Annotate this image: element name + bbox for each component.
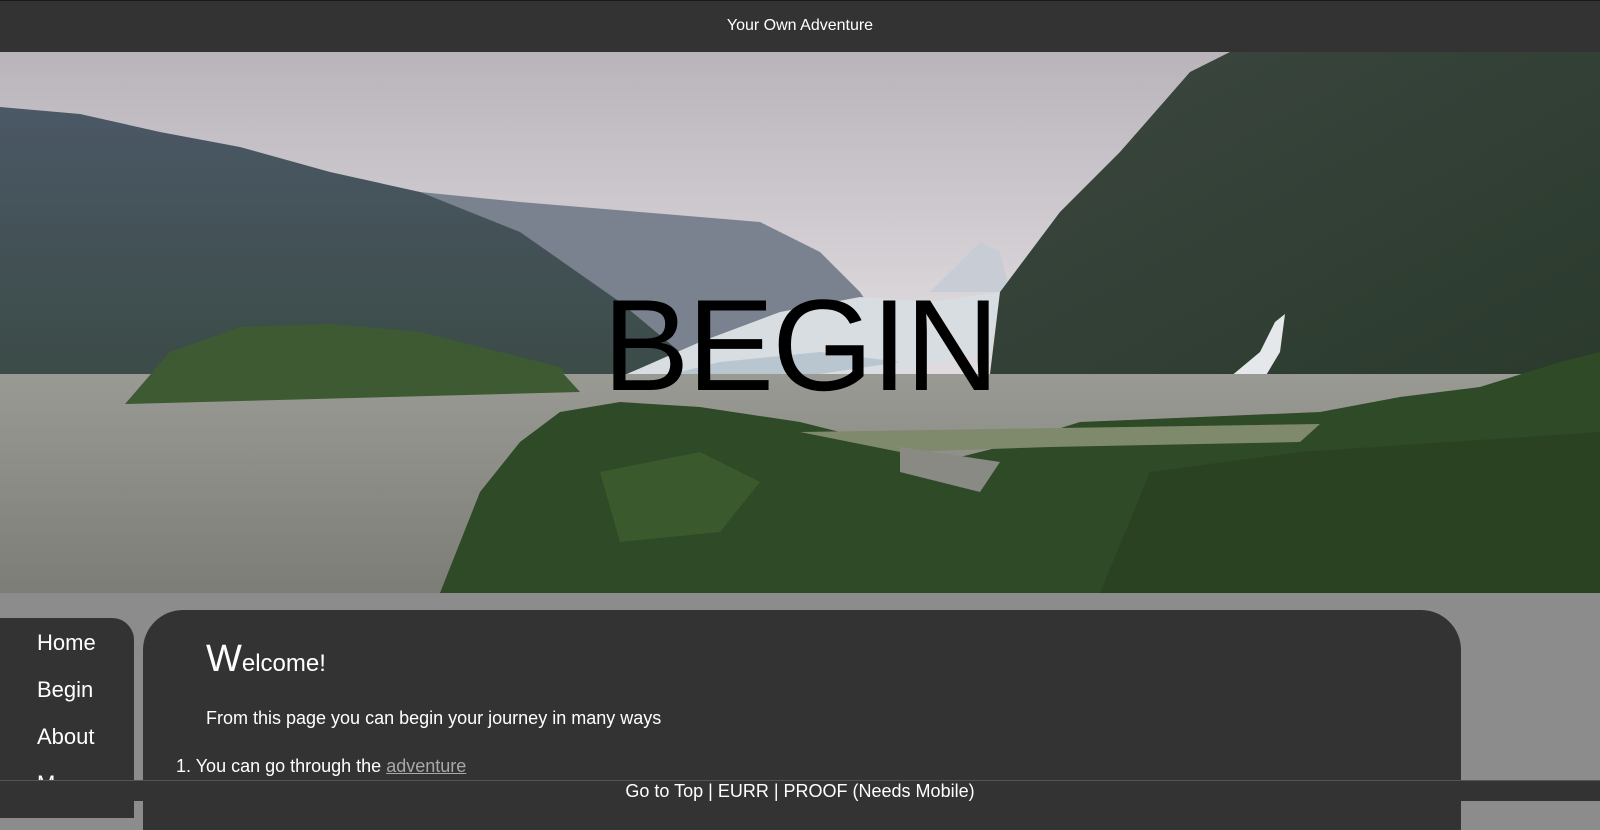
hero-banner: BEGIN xyxy=(0,52,1600,593)
heading-initial: W xyxy=(206,638,242,680)
footer-separator: | xyxy=(768,781,784,801)
top-bar: Your Own Adventure xyxy=(0,0,1600,52)
sidebar-item-home[interactable]: Home xyxy=(37,630,96,656)
sidebar-item-about[interactable]: About xyxy=(37,724,95,750)
list-number: 1. xyxy=(176,756,192,776)
list-item: 1. You can go through the adventure xyxy=(176,756,466,777)
list-text: You can go through the xyxy=(195,756,387,776)
adventure-link[interactable]: adventure xyxy=(386,756,466,776)
page-heading: Welcome! xyxy=(206,638,326,681)
footer-bar: Go to Top | EURR | PROOF (Needs Mobile) xyxy=(0,780,1600,801)
footer-separator: | xyxy=(703,781,718,801)
sidebar-item-begin[interactable]: Begin xyxy=(37,677,93,703)
heading-rest: elcome! xyxy=(241,650,326,677)
ways-list: 1. You can go through the adventure xyxy=(176,756,466,777)
go-to-top-link[interactable]: Go to Top xyxy=(625,781,703,801)
proof-link[interactable]: PROOF (Needs Mobile) xyxy=(784,781,975,801)
hero-title: BEGIN xyxy=(602,272,1000,418)
eurr-link[interactable]: EURR xyxy=(718,781,769,801)
site-title: Your Own Adventure xyxy=(726,17,874,34)
intro-text: From this page you can begin your journe… xyxy=(206,708,662,728)
